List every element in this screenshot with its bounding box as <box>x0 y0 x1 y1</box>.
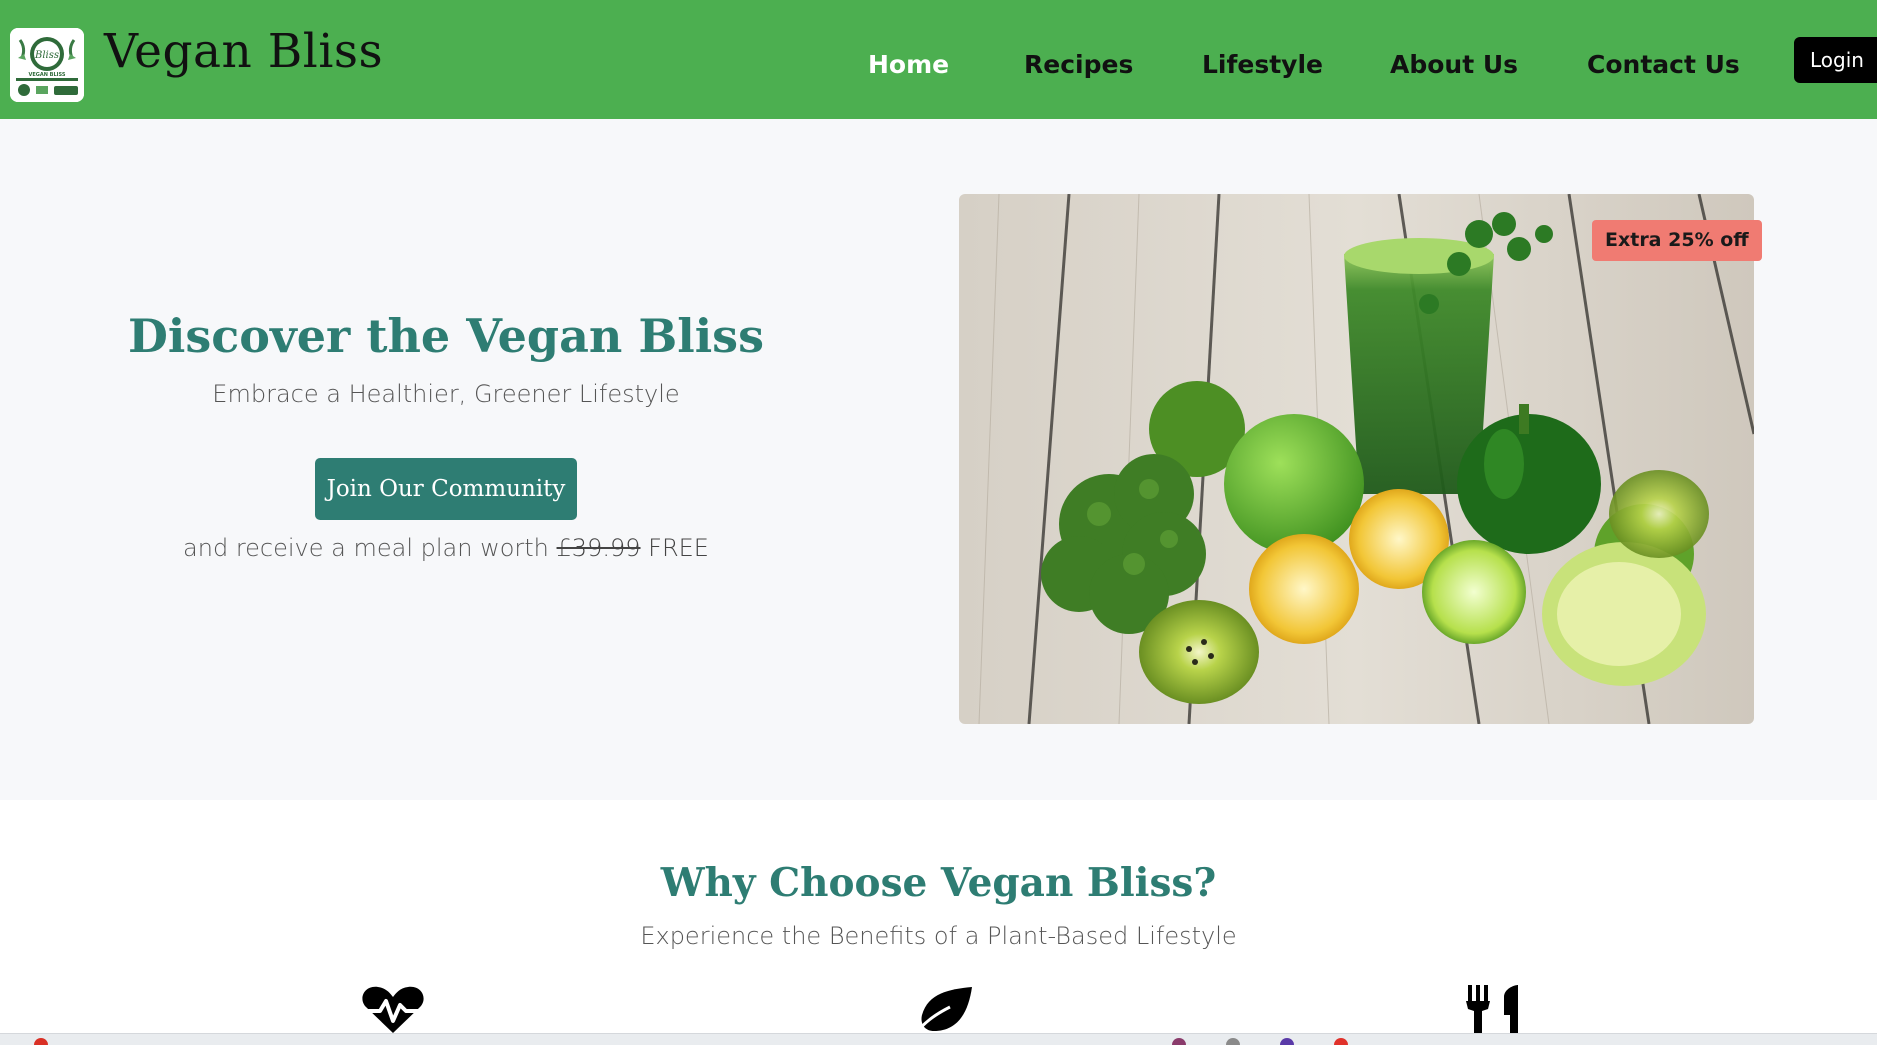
offer-free: FREE <box>648 534 709 562</box>
hero-title: Discover the Vegan Bliss <box>128 309 764 363</box>
logo-text: Bliss <box>34 50 59 61</box>
browser-taskbar <box>0 1033 1877 1045</box>
utensils-icon <box>1466 985 1518 1035</box>
nav-home[interactable]: Home <box>868 50 949 79</box>
why-section: Why Choose Vegan Bliss? Experience the B… <box>0 800 1877 1045</box>
hero-image <box>959 194 1754 724</box>
heartbeat-icon <box>362 986 424 1033</box>
offer-prefix: and receive a meal plan worth <box>183 534 549 562</box>
why-subtitle: Experience the Benefits of a Plant-Based… <box>640 922 1237 950</box>
taskbar-icon[interactable] <box>1280 1038 1294 1045</box>
taskbar-icon[interactable] <box>34 1038 48 1045</box>
hero-section: Discover the Vegan Bliss Embrace a Healt… <box>0 119 1877 800</box>
taskbar-icon[interactable] <box>1334 1038 1348 1045</box>
nav-lifestyle[interactable]: Lifestyle <box>1202 50 1323 79</box>
hero-subtitle: Embrace a Healthier, Greener Lifestyle <box>212 380 680 408</box>
green-produce-image <box>959 194 1754 724</box>
nav-recipes[interactable]: Recipes <box>1024 50 1133 79</box>
taskbar-icon[interactable] <box>1172 1038 1186 1045</box>
join-community-button[interactable]: Join Our Community <box>315 458 577 520</box>
taskbar-icon[interactable] <box>1226 1038 1240 1045</box>
offer-old-price: £39.99 <box>556 534 641 562</box>
brand-name[interactable]: Vegan Bliss <box>104 24 383 79</box>
discount-badge: Extra 25% off <box>1592 220 1762 261</box>
nav-about-us[interactable]: About Us <box>1390 50 1518 79</box>
site-header: Bliss VEGAN BLISS Vegan Bliss Home Recip… <box>0 0 1877 119</box>
logo-subtext: VEGAN BLISS <box>28 72 65 78</box>
leaf-icon <box>912 987 972 1035</box>
logo-image: Bliss VEGAN BLISS <box>10 28 84 102</box>
login-button[interactable]: Login <box>1794 37 1877 83</box>
nav-contact-us[interactable]: Contact Us <box>1587 50 1740 79</box>
offer-text: and receive a meal plan worth £39.99 FRE… <box>0 534 892 562</box>
why-title: Why Choose Vegan Bliss? <box>660 860 1217 906</box>
site-logo[interactable]: Bliss VEGAN BLISS <box>10 28 84 102</box>
